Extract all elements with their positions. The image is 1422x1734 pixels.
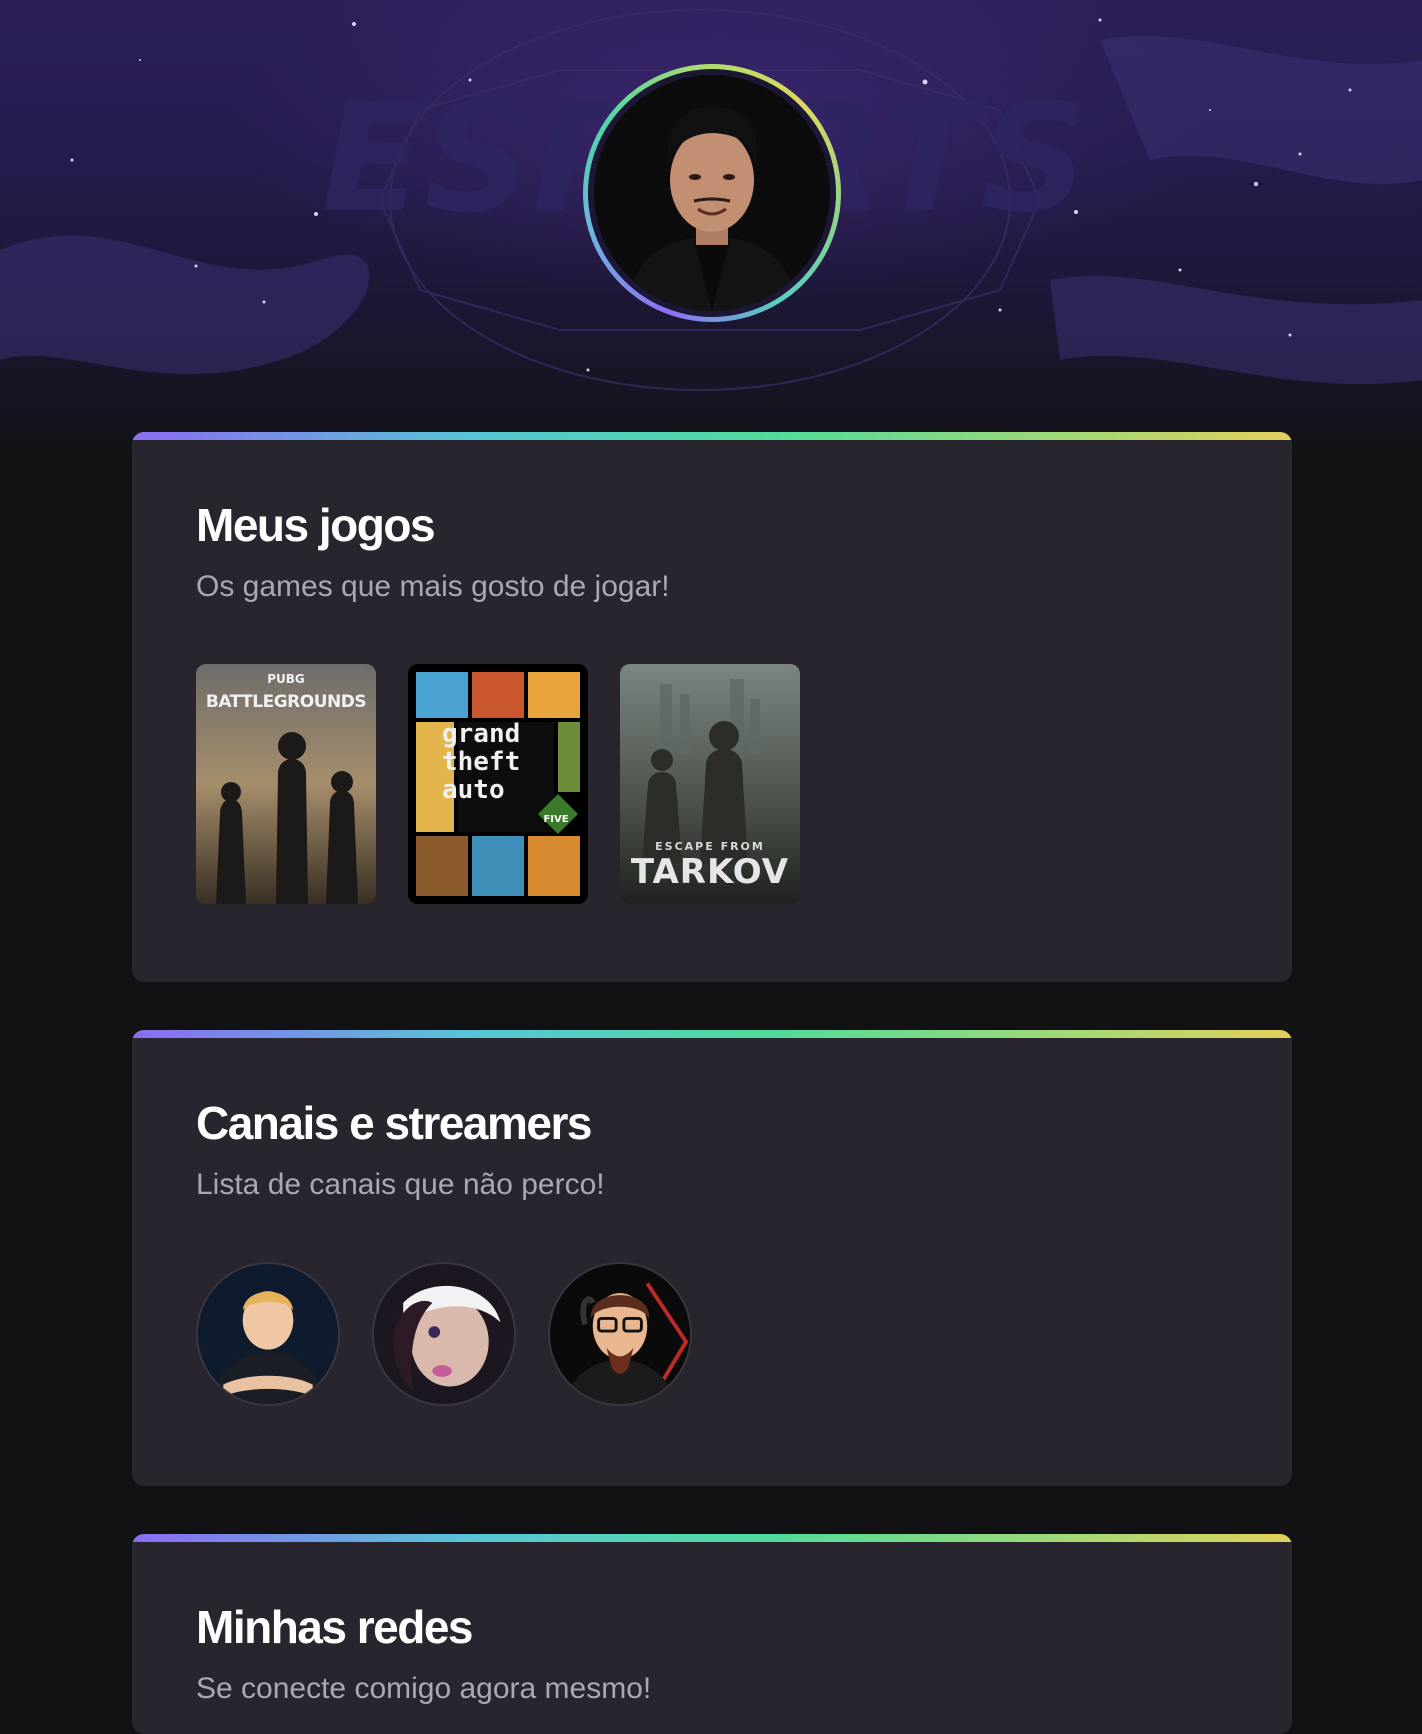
social-section: Minhas redes Se conecte comigo agora mes… <box>132 1534 1292 1734</box>
streamer-avatar-3[interactable] <box>548 1262 692 1406</box>
hero-banner: ESPORTS <box>0 0 1422 460</box>
tarkov-logo-text: TARKOV <box>630 852 790 892</box>
profile-avatar[interactable] <box>583 64 841 322</box>
streamers-section: Canais e streamers Lista de canais que n… <box>132 1030 1292 1486</box>
profile-photo <box>594 75 830 311</box>
game-tile-pubg[interactable]: PUBG BATTLEGROUNDS <box>196 664 376 904</box>
streamers-title: Canais e streamers <box>196 1097 592 1149</box>
streamer-avatar-1[interactable] <box>196 1262 340 1406</box>
streamer-avatar-2[interactable] <box>372 1262 516 1406</box>
game-tile-gta[interactable]: grand theft auto FIVE <box>408 664 588 904</box>
games-subtitle: Os games que mais gosto de jogar! <box>196 570 670 603</box>
social-title: Minhas redes <box>196 1601 474 1653</box>
social-subtitle: Se conecte comigo agora mesmo! <box>196 1672 652 1705</box>
game-tile-tarkov[interactable]: ESCAPE FROM TARKOV <box>620 664 800 904</box>
games-section: Meus jogos Os games que mais gosto de jo… <box>132 432 1292 982</box>
streamers-subtitle: Lista de canais que não perco! <box>196 1168 605 1201</box>
games-title: Meus jogos <box>196 499 436 551</box>
pubg-logo-text: BATTLEGROUNDS <box>205 692 367 712</box>
gta-logo-text: grand theft auto <box>442 719 521 805</box>
